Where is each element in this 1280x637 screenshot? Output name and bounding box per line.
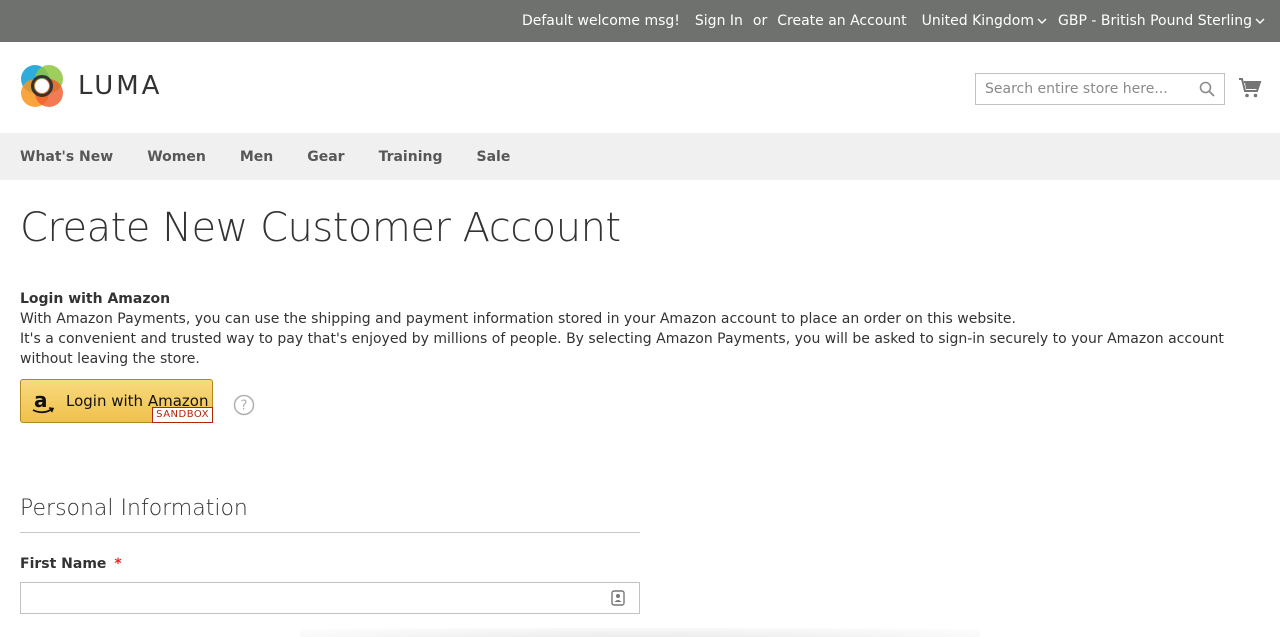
search-input[interactable] xyxy=(976,74,1195,104)
header-links: Default welcome msg! Sign In or Create a… xyxy=(522,0,1266,42)
search-icon[interactable] xyxy=(1199,81,1215,97)
create-account-link[interactable]: Create an Account xyxy=(777,13,906,29)
help-icon[interactable]: ? xyxy=(233,394,255,416)
nav-item-whats-new[interactable]: What's New xyxy=(20,149,113,165)
first-name-field-wrapper xyxy=(20,582,640,614)
first-name-label-text: First Name xyxy=(20,556,107,572)
section-divider xyxy=(20,532,640,533)
amazon-a-icon: a xyxy=(32,390,55,414)
or-text: or xyxy=(752,13,768,29)
amazon-description-line1: With Amazon Payments, you can use the sh… xyxy=(20,311,1016,327)
main-navigation: What's New Women Men Gear Training Sale xyxy=(0,133,1280,180)
required-mark: * xyxy=(114,556,122,572)
first-name-field[interactable] xyxy=(21,583,619,613)
nav-item-sale[interactable]: Sale xyxy=(476,149,510,165)
store-label: United Kingdom xyxy=(921,13,1035,29)
svg-text:a: a xyxy=(34,390,48,412)
nav-item-women[interactable]: Women xyxy=(147,149,206,165)
store-switcher[interactable]: United Kingdom xyxy=(922,13,1048,29)
luma-logo-icon xyxy=(21,65,63,107)
sign-in-link[interactable]: Sign In xyxy=(695,13,743,29)
chevron-down-icon xyxy=(1037,18,1047,24)
logo[interactable]: LUMA xyxy=(20,64,162,108)
currency-switcher[interactable]: GBP - British Pound Sterling xyxy=(1058,13,1266,29)
welcome-message: Default welcome msg! xyxy=(521,13,680,29)
nav-item-training[interactable]: Training xyxy=(379,149,443,165)
sandbox-badge: SANDBOX xyxy=(152,407,213,423)
currency-label: GBP - British Pound Sterling xyxy=(1058,13,1252,29)
cart-icon[interactable] xyxy=(1238,76,1262,100)
page-title: Create New Customer Account xyxy=(20,205,621,251)
nav-item-gear[interactable]: Gear xyxy=(307,149,344,165)
bottom-shadow xyxy=(300,628,980,637)
amazon-login-heading: Login with Amazon xyxy=(20,291,171,307)
first-name-label: First Name * xyxy=(20,554,122,574)
amazon-login-info: Login with Amazon With Amazon Payments, … xyxy=(20,289,1260,369)
login-with-amazon-button[interactable]: a Login with Amazon SANDBOX xyxy=(20,379,213,423)
nav-item-men[interactable]: Men xyxy=(240,149,273,165)
site-header: LUMA xyxy=(0,42,1280,133)
amazon-description-line2: It's a convenient and trusted way to pay… xyxy=(20,331,1224,367)
svg-text:?: ? xyxy=(241,399,248,414)
top-bar: Default welcome msg! Sign In or Create a… xyxy=(0,0,1280,42)
chevron-down-icon xyxy=(1255,18,1265,24)
personal-information-title: Personal Information xyxy=(20,496,248,521)
search-box xyxy=(975,73,1225,105)
contact-card-icon xyxy=(611,590,625,606)
logo-text: LUMA xyxy=(78,71,163,101)
